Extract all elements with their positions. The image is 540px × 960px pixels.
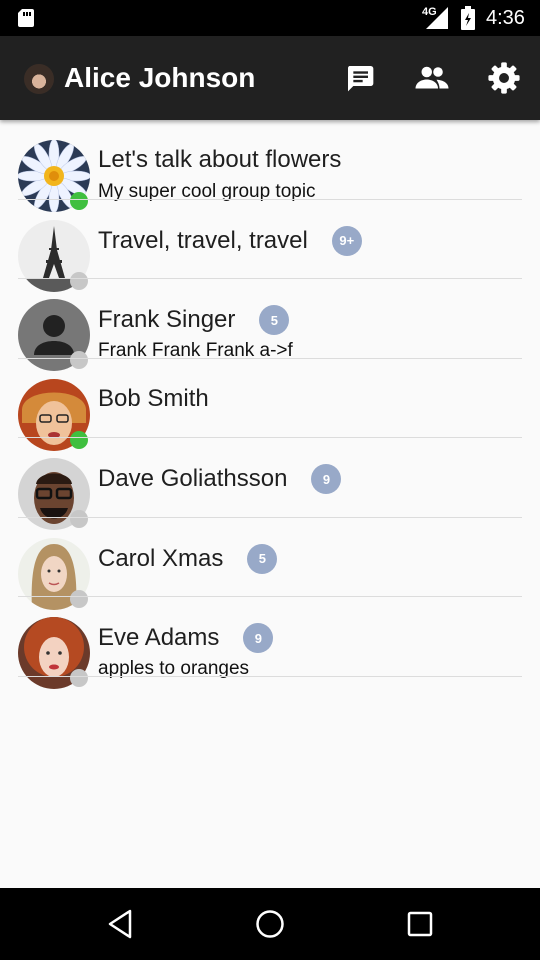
chat-title: Eve Adams (98, 624, 220, 651)
chat-icon (347, 66, 374, 92)
chat-item-bob-smith[interactable]: Bob Smith (0, 359, 540, 451)
recent-apps-button[interactable] (400, 906, 440, 942)
recent-apps-icon (407, 911, 433, 937)
page-title: Alice Johnson (64, 62, 256, 93)
signal-icon (426, 7, 448, 29)
battery-icon (461, 6, 475, 30)
chat-title: Carol Xmas (98, 544, 224, 572)
unread-badge: 9 (311, 464, 342, 494)
sd-card-icon (18, 9, 34, 27)
clock: 4:36 (486, 7, 525, 29)
app-bar: Alice Johnson (0, 36, 540, 120)
new-chat-button[interactable] (340, 58, 380, 98)
chat-item-frank-singer[interactable]: Frank Singer 5 Frank Frank Frank a->f (0, 279, 540, 371)
people-icon (415, 66, 449, 89)
settings-button[interactable] (484, 58, 524, 98)
chat-item-carol-xmas[interactable]: Carol Xmas 5 (0, 518, 540, 610)
chat-item-flowers[interactable]: Let's talk about flowers My super cool g… (0, 120, 540, 212)
unread-badge: 5 (259, 305, 290, 335)
back-icon (108, 909, 132, 939)
unread-badge: 5 (247, 543, 278, 574)
chat-title: Dave Goliathsson (98, 465, 288, 492)
chat-item-dave-goliathsson[interactable]: Dave Goliathsson 9 (0, 438, 540, 530)
unread-badge: 9+ (331, 225, 362, 256)
status-bar: 4G 4:36 (0, 0, 540, 36)
chat-subtitle: apples to oranges (98, 658, 250, 679)
unread-badge: 9 (243, 623, 274, 653)
chat-title: Let's talk about flowers (98, 146, 342, 173)
chat-title: Frank Singer (98, 306, 236, 333)
settings-icon (488, 62, 520, 94)
user-avatar[interactable] (24, 64, 54, 94)
chat-title: Bob Smith (98, 384, 209, 412)
home-button[interactable] (250, 906, 290, 942)
navigation-bar (0, 888, 540, 960)
chat-list: Let's talk about flowers My super cool g… (0, 120, 540, 888)
contacts-button[interactable] (412, 58, 452, 98)
chat-title: Travel, travel, travel (98, 226, 308, 254)
chat-item-travel[interactable]: Travel, travel, travel 9+ (0, 200, 540, 292)
back-button[interactable] (100, 906, 140, 942)
presence-offline-indicator (70, 669, 88, 687)
chat-item-eve-adams[interactable]: Eve Adams 9 apples to oranges (0, 597, 540, 689)
home-icon (256, 910, 284, 938)
